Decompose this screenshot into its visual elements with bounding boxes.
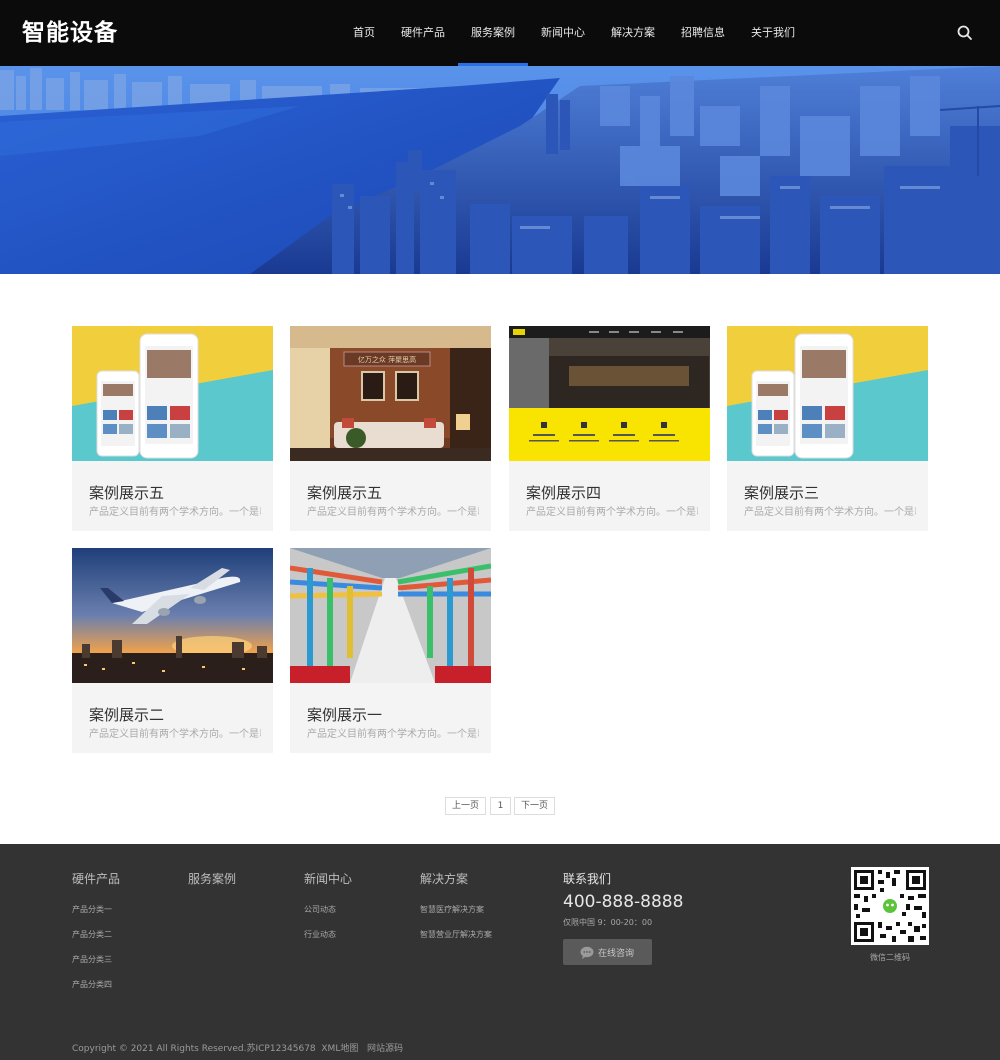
copyright-line: Copyright © 2021 All Rights Reserved.苏IC…	[72, 1041, 403, 1054]
case-title: 案例展示二	[89, 706, 165, 724]
case-title: 案例展示五	[307, 484, 383, 502]
case-thumbnail	[72, 548, 273, 683]
current-page-button[interactable]: 1	[490, 797, 511, 815]
footer-link[interactable]: 智慧医疗解决方案	[420, 904, 484, 915]
case-title: 案例展示一	[307, 706, 383, 724]
footer-link[interactable]: 公司动态	[304, 904, 336, 915]
footer-link[interactable]: 产品分类四	[72, 979, 112, 990]
footer-solutions-title[interactable]: 解决方案	[420, 870, 468, 887]
case-card[interactable]: 案例展示四 产品定义目前有两个学术方向。一个是以	[509, 326, 710, 531]
case-title: 案例展示四	[526, 484, 602, 502]
case-card[interactable]: 亿万之众 萍聚思高 案例展示五 产品定义目前有两个学术方向。一个是以	[290, 326, 491, 531]
case-title: 案例展示五	[89, 484, 165, 502]
nav-jobs[interactable]: 招聘信息	[668, 0, 738, 66]
case-thumbnail	[509, 326, 710, 461]
city-banner	[0, 66, 1000, 274]
contact-title: 联系我们	[563, 872, 612, 886]
footer-link[interactable]: 产品分类二	[72, 929, 112, 940]
chat-bubble-icon	[580, 945, 594, 959]
prev-page-button[interactable]: 上一页	[445, 797, 486, 815]
case-card[interactable]: 案例展示一 产品定义目前有两个学术方向。一个是以	[290, 548, 491, 753]
footer-news-title[interactable]: 新闻中心	[304, 870, 352, 887]
footer-link[interactable]: 产品分类一	[72, 904, 112, 915]
nav-solutions[interactable]: 解决方案	[598, 0, 668, 66]
footer-link[interactable]: 智慧营业厅解决方案	[420, 929, 492, 940]
case-thumbnail	[72, 326, 273, 461]
wechat-qr-code	[851, 867, 929, 945]
online-consult-label: 在线咨询	[598, 949, 635, 959]
contact-phone: 400-888-8888	[563, 892, 684, 912]
case-description: 产品定义目前有两个学术方向。一个是以	[89, 507, 261, 518]
case-description: 产品定义目前有两个学术方向。一个是以	[744, 507, 916, 518]
case-description: 产品定义目前有两个学术方向。一个是以	[307, 507, 479, 518]
source-link[interactable]: 网站源码	[367, 1044, 403, 1054]
nav-about[interactable]: 关于我们	[738, 0, 808, 66]
case-description: 产品定义目前有两个学术方向。一个是以	[526, 507, 698, 518]
case-card[interactable]: 案例展示二 产品定义目前有两个学术方向。一个是以	[72, 548, 273, 753]
contact-hours: 仅限中国 9：00-20：00	[563, 918, 653, 927]
case-description: 产品定义目前有两个学术方向。一个是以	[89, 729, 261, 740]
site-footer: 硬件产品 产品分类一 产品分类二 产品分类三 产品分类四 服务案例 新闻中心 公…	[0, 844, 1000, 1060]
qr-label: 微信二维码	[870, 953, 910, 962]
footer-hardware-title[interactable]: 硬件产品	[72, 870, 120, 887]
case-thumbnail	[727, 326, 928, 461]
case-title: 案例展示三	[744, 484, 820, 502]
search-icon[interactable]	[956, 24, 974, 42]
nav-hardware[interactable]: 硬件产品	[388, 0, 458, 66]
main-nav: 首页 硬件产品 服务案例 新闻中心 解决方案 招聘信息 关于我们	[340, 0, 808, 66]
copyright-text: Copyright © 2021 All Rights Reserved.苏IC…	[72, 1044, 316, 1054]
footer-link[interactable]: 行业动态	[304, 929, 336, 940]
nav-cases[interactable]: 服务案例	[458, 0, 528, 66]
site-header: 智能设备 首页 硬件产品 服务案例 新闻中心 解决方案 招聘信息 关于我们	[0, 0, 1000, 66]
case-card[interactable]: 案例展示三 产品定义目前有两个学术方向。一个是以	[727, 326, 928, 531]
case-card[interactable]: 案例展示五 产品定义目前有两个学术方向。一个是以	[72, 326, 273, 531]
case-description: 产品定义目前有两个学术方向。一个是以	[307, 729, 479, 740]
nav-home[interactable]: 首页	[340, 0, 388, 66]
site-logo[interactable]: 智能设备	[22, 13, 118, 47]
case-thumbnail	[290, 548, 491, 683]
next-page-button[interactable]: 下一页	[514, 797, 555, 815]
footer-cases-title[interactable]: 服务案例	[188, 870, 236, 887]
online-consult-button[interactable]: 在线咨询	[563, 939, 652, 965]
footer-link[interactable]: 产品分类三	[72, 954, 112, 965]
nav-news[interactable]: 新闻中心	[528, 0, 598, 66]
wall-sign-text: 亿万之众 萍聚思高	[358, 355, 416, 364]
case-thumbnail: 亿万之众 萍聚思高	[290, 326, 491, 461]
xml-map-link[interactable]: XML地图	[321, 1044, 358, 1054]
